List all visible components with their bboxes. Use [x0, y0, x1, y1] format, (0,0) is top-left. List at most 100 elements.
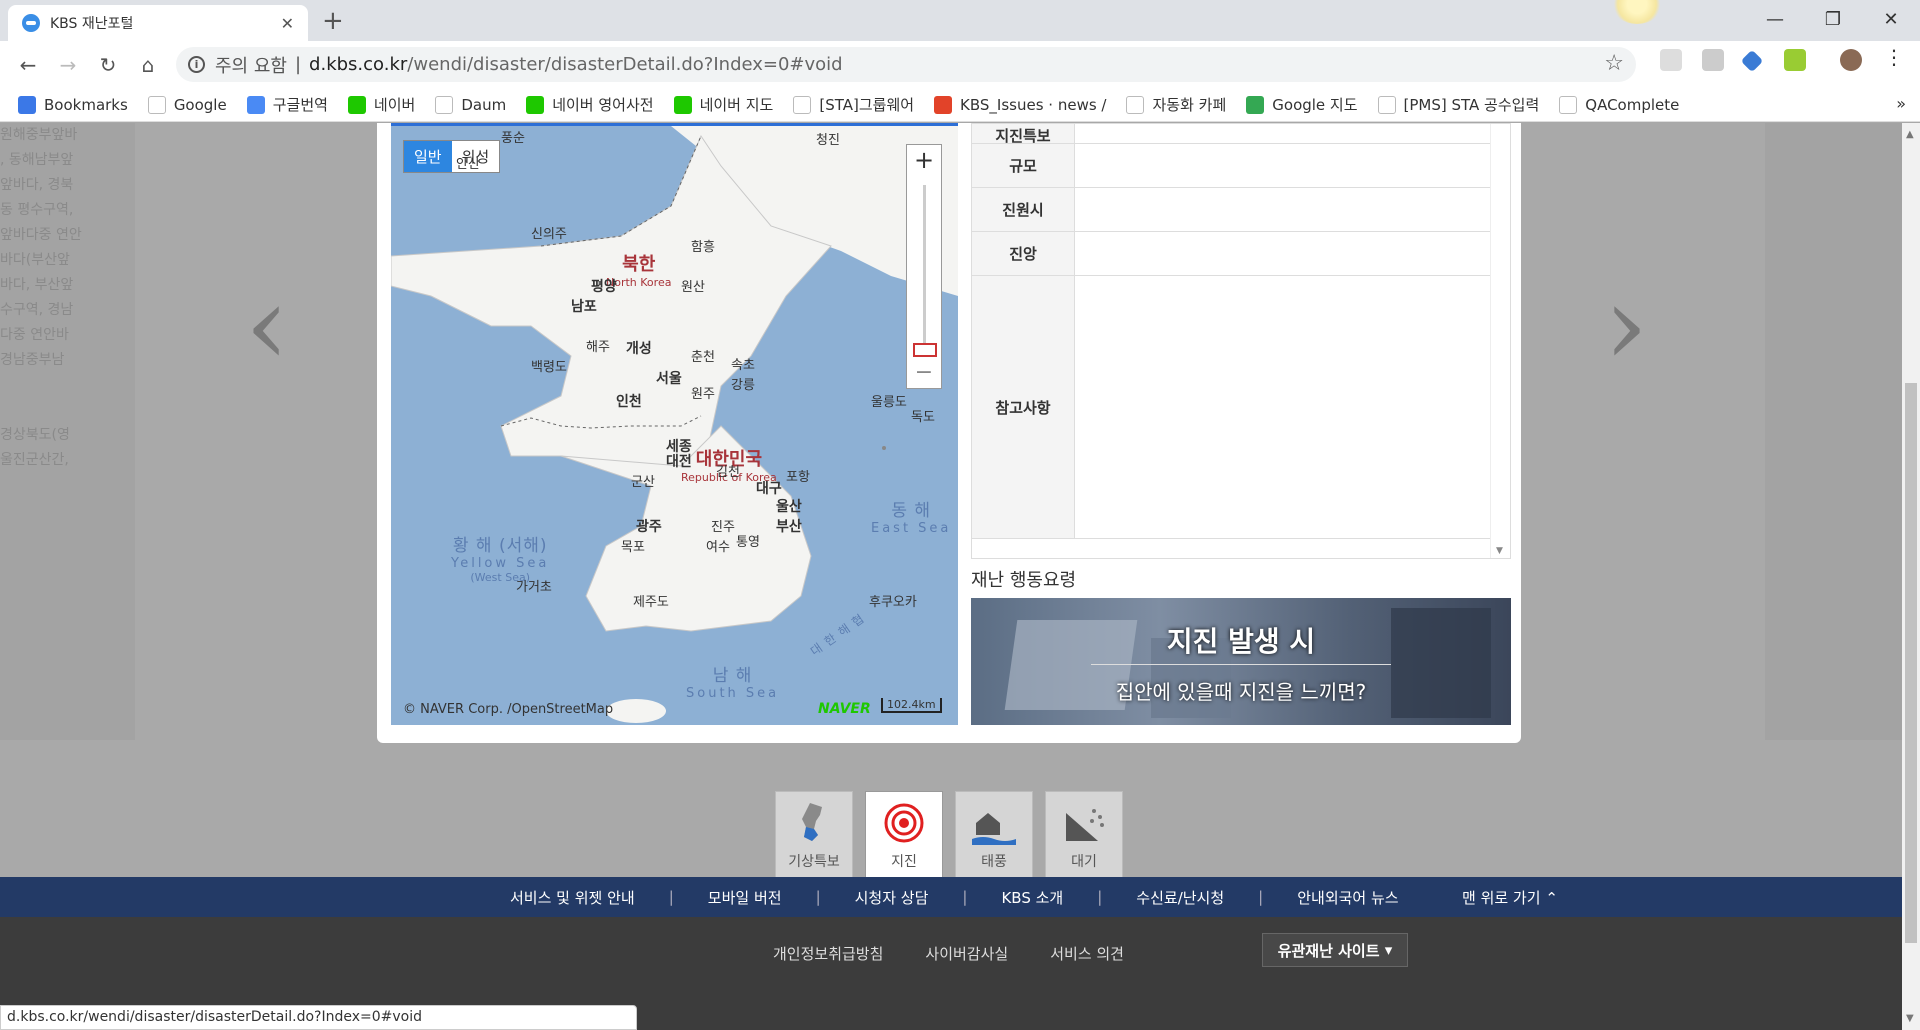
menu-icon[interactable]: ⋮	[1884, 45, 1906, 69]
zoom-track[interactable]	[923, 185, 926, 355]
daum-icon	[435, 95, 454, 114]
restore-icon[interactable]: ❐	[1804, 0, 1862, 38]
close-tab-icon[interactable]: ✕	[281, 14, 294, 33]
bookmark-item[interactable]: 자동화 카페	[1126, 94, 1226, 115]
zoom-out-button[interactable]: −	[907, 360, 941, 388]
disaster-nav-button[interactable]: 지진	[865, 791, 943, 878]
prev-card-line: 앞바다, 경북	[0, 177, 74, 193]
bookmark-star-icon[interactable]: ☆	[1604, 51, 1624, 76]
bookmark-item[interactable]: QAComplete	[1559, 95, 1680, 114]
bookmark-item[interactable]: 네이버 영어사전	[526, 94, 654, 115]
prev-card-line	[0, 373, 100, 398]
info-row-label: 규모	[972, 144, 1075, 187]
zoom-slider-handle[interactable]	[913, 343, 937, 357]
qa-icon	[1559, 95, 1578, 114]
address-bar[interactable]: i 주의 요함 | d.kbs.co.kr/wendi/disaster/dis…	[176, 47, 1636, 82]
bookmark-item[interactable]: 구글번역	[246, 94, 328, 115]
info-row-label: 진원시	[972, 188, 1075, 231]
extension-icon[interactable]	[1702, 49, 1724, 71]
map-normal-button[interactable]: 일반	[404, 141, 452, 172]
scroll-up-icon[interactable]: ▲	[1906, 129, 1914, 140]
sta-icon	[1126, 95, 1145, 114]
disaster-nav-button[interactable]: 대기	[1045, 791, 1123, 878]
avatar[interactable]	[1840, 49, 1862, 71]
pms-icon	[1377, 95, 1396, 114]
info-row: 진원시	[972, 188, 1510, 232]
footer-separator: |	[815, 888, 821, 906]
disaster-detail-panel: 일반 위성 + − 북한 North Korea 대한민국 Republic of …	[377, 123, 1521, 743]
bookmarks-overflow-icon[interactable]: »	[1896, 94, 1906, 113]
map-scale: 102.4km	[881, 698, 942, 713]
disaster-nav-button[interactable]: 기상특보	[775, 791, 853, 878]
bookmark-item[interactable]: 네이버	[347, 94, 415, 115]
zoom-control: + −	[906, 144, 942, 389]
guide-banner[interactable]: 지진 발생 시 집안에 있을때 지진을 느끼면?	[971, 598, 1511, 725]
page-scrollbar[interactable]: ▲ ▼	[1902, 123, 1920, 1030]
minimize-icon[interactable]: —	[1746, 0, 1804, 38]
bookmark-item[interactable]: Daum	[435, 95, 506, 114]
footer-link[interactable]: 모바일 버전	[708, 887, 782, 908]
separator: |	[294, 54, 302, 75]
extension-icon[interactable]	[1660, 49, 1682, 71]
home-icon[interactable]: ⌂	[128, 53, 168, 77]
footer-link[interactable]: 안내외국어 뉴스	[1297, 887, 1398, 908]
browser-tab[interactable]: KBS 재난포털 ✕	[8, 5, 308, 41]
bookmark-label: [PMS] STA 공수입력	[1403, 96, 1540, 114]
forward-icon[interactable]: →	[48, 53, 88, 77]
bookmark-item[interactable]: Google 지도	[1246, 94, 1358, 115]
back-icon[interactable]: ←	[8, 53, 48, 77]
bookmark-label: 네이버 영어사전	[552, 96, 654, 114]
sun-decoration	[1612, 0, 1662, 24]
naver-logo: NAVER	[818, 701, 871, 717]
footer-link[interactable]: 수신료/난시청	[1136, 887, 1224, 908]
scroll-thumb[interactable]	[1905, 383, 1917, 943]
banner-subtitle: 집안에 있을때 지진을 느끼면?	[1115, 680, 1367, 704]
prev-card-line: 경상북도(영	[0, 427, 70, 443]
close-window-icon[interactable]: ✕	[1862, 0, 1920, 38]
city-label: 서울	[656, 371, 682, 387]
footer-policy-link[interactable]: 개인정보취급방침	[773, 943, 883, 964]
maps-icon	[1246, 95, 1265, 114]
new-tab-button[interactable]: +	[322, 6, 344, 36]
bookmark-item[interactable]: [STA]그룹웨어	[793, 94, 914, 115]
footer-policy-link[interactable]: 사이버감사실	[925, 943, 1008, 964]
footer-link[interactable]: 서비스 및 위젯 안내	[510, 887, 635, 908]
prev-card-line	[0, 398, 100, 423]
bookmark-item[interactable]: [PMS] STA 공수입력	[1377, 94, 1540, 115]
footer-link[interactable]: KBS 소개	[1001, 887, 1063, 908]
bookmark-item[interactable]: Bookmarks	[18, 95, 128, 114]
related-sites-select[interactable]: 유관재난 사이트 ▾	[1262, 933, 1408, 967]
extension-icon[interactable]	[1740, 49, 1764, 73]
prev-card-line: 경남중부남	[0, 352, 65, 368]
next-arrow-icon[interactable]: ›	[1604, 261, 1648, 389]
map-type-toggle: 일반 위성	[403, 140, 501, 173]
footer-link[interactable]: 시청자 상담	[855, 887, 929, 908]
city-label: 울릉도	[871, 395, 907, 410]
bookmark-item[interactable]: Google	[147, 95, 227, 114]
info-icon[interactable]: i	[188, 56, 205, 73]
city-label: 김천	[716, 465, 740, 480]
bookmark-label: QAComplete	[1585, 95, 1680, 114]
extension-icon[interactable]	[1784, 49, 1806, 71]
reload-icon[interactable]: ↻	[88, 53, 128, 77]
city-label: 풍순	[501, 131, 525, 146]
typhoon-icon	[972, 801, 1016, 845]
footer-policy-link[interactable]: 서비스 의견	[1050, 943, 1124, 964]
zoom-in-button[interactable]: +	[907, 145, 941, 177]
bookmark-item[interactable]: 네이버 지도	[673, 94, 773, 115]
footer-separator: |	[1097, 888, 1103, 906]
disaster-nav-label: 기상특보	[788, 854, 840, 870]
prev-card-text: 원해중부앞바 , 동해남부앞 앞바다, 경북 동 평수구역, 앞바다중 연안 바다(부산앞…	[0, 123, 100, 473]
scroll-down-icon[interactable]: ▼	[1906, 1013, 1914, 1024]
city-label: 안산	[456, 157, 480, 172]
city-label: 함흥	[691, 240, 715, 255]
back-to-top-link[interactable]: 맨 위로 가기 ⌃	[1462, 887, 1558, 908]
map[interactable]: 일반 위성 + − 북한 North Korea 대한민국 Republic of …	[391, 123, 958, 725]
prev-card-line: 바다, 부산앞	[0, 277, 74, 293]
bookmark-item[interactable]: KBS_Issues · news /	[934, 95, 1106, 114]
info-scrollbar[interactable]: ▼	[1490, 124, 1510, 558]
disaster-nav-button[interactable]: 태풍	[955, 791, 1033, 878]
footer-separator: |	[1258, 888, 1264, 906]
prev-arrow-icon[interactable]: ‹	[245, 261, 289, 389]
security-warning: 주의 요함	[215, 55, 287, 77]
